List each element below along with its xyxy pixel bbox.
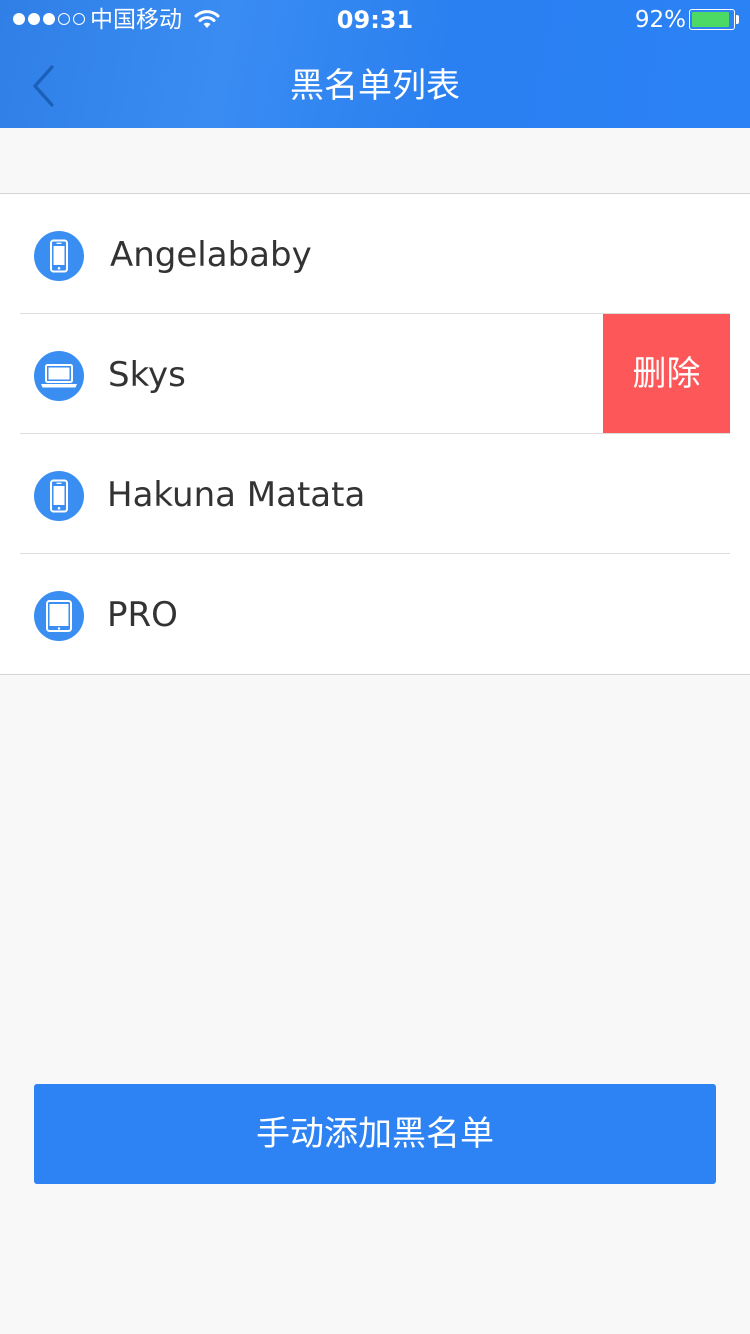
device-name: PRO bbox=[107, 595, 178, 635]
device-name: Skys bbox=[108, 355, 186, 395]
device-name: Hakuna Matata bbox=[107, 475, 366, 515]
battery-percent: 92% bbox=[634, 7, 686, 33]
tablet-icon bbox=[34, 591, 84, 641]
nav-bar: 黑名单列表 bbox=[0, 40, 750, 128]
header: 中国移动 09:31 92% 黑名单列表 bbox=[0, 0, 750, 128]
list-item[interactable]: Hakuna Matata bbox=[0, 434, 750, 554]
blacklist-list: Angelababy Skys 删除 Hakuna Matata PRO bbox=[0, 193, 750, 675]
add-blacklist-button[interactable]: 手动添加黑名单 bbox=[34, 1084, 716, 1184]
battery-tip bbox=[736, 15, 739, 24]
list-item[interactable]: Skys 删除 bbox=[0, 314, 750, 434]
delete-button[interactable]: 删除 bbox=[603, 314, 730, 434]
laptop-icon bbox=[34, 351, 84, 401]
phone-icon bbox=[34, 471, 84, 521]
page-title: 黑名单列表 bbox=[290, 66, 460, 106]
battery-level bbox=[692, 12, 729, 27]
device-name: Angelababy bbox=[110, 235, 312, 275]
list-item[interactable]: PRO bbox=[0, 554, 750, 674]
battery-icon bbox=[689, 9, 735, 30]
phone-icon bbox=[34, 231, 84, 281]
status-bar: 中国移动 09:31 92% bbox=[0, 0, 750, 40]
list-item[interactable]: Angelababy bbox=[0, 194, 750, 314]
